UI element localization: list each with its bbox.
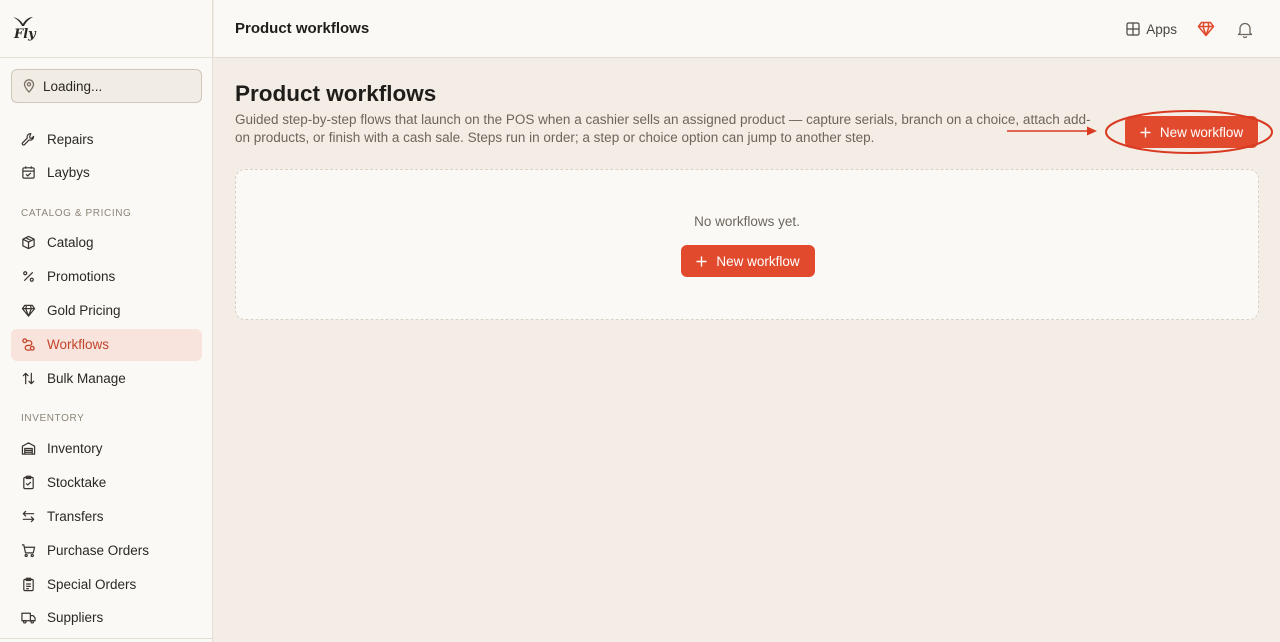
new-workflow-label: New workflow xyxy=(716,253,800,269)
sidebar-item-workflows[interactable]: Workflows xyxy=(11,328,202,361)
sidebar-item-laybys[interactable]: Laybys xyxy=(11,157,202,189)
sidebar-item-label: Workflows xyxy=(47,337,110,353)
sort-arrows-icon xyxy=(22,372,35,385)
box-icon xyxy=(22,236,35,250)
workflow-icon xyxy=(22,338,35,351)
calendar-icon xyxy=(22,166,35,180)
percent-icon xyxy=(23,271,34,283)
sidebar-item-repairs[interactable]: Repairs xyxy=(11,123,202,155)
warehouse-icon xyxy=(21,442,36,455)
sidebar-item-label: Catalog xyxy=(47,235,94,251)
apps-button[interactable]: Apps xyxy=(1126,22,1177,37)
sidebar-item-catalog[interactable]: Catalog xyxy=(11,227,202,259)
page-title: Product workflows xyxy=(235,81,437,106)
header-actions: Apps xyxy=(1126,0,1253,58)
sidebar-item-label: Stocktake xyxy=(47,474,107,490)
sidebar: Fly Loading... Repairs Laybys CATALOG & … xyxy=(0,0,213,642)
cart-icon xyxy=(21,543,36,557)
main-content: Product workflows Guided step-by-step fl… xyxy=(214,59,1280,642)
new-workflow-label: New workflow xyxy=(1159,124,1244,140)
sidebar-item-label: Repairs xyxy=(47,131,94,147)
sidebar-divider xyxy=(0,638,213,639)
location-selector[interactable]: Loading... xyxy=(11,69,202,103)
sidebar-item-label: Bulk Manage xyxy=(47,370,126,386)
gem-icon xyxy=(21,304,36,317)
sidebar-item-inventory[interactable]: Inventory xyxy=(11,432,202,464)
upgrade-button[interactable] xyxy=(1197,21,1215,37)
sidebar-item-label: Promotions xyxy=(47,269,116,285)
logo[interactable]: Fly xyxy=(12,16,36,41)
empty-state-card: No workflows yet. New workflow xyxy=(235,169,1259,320)
plus-icon xyxy=(696,256,707,266)
page-description: Guided step-by-step flows that launch on… xyxy=(235,112,1091,145)
sidebar-item-suppliers[interactable]: Suppliers xyxy=(11,602,202,634)
sidebar-item-special-orders[interactable]: Special Orders xyxy=(11,568,202,600)
sidebar-item-transfers[interactable]: Transfers xyxy=(11,500,202,532)
transfer-icon xyxy=(22,510,35,522)
sidebar-nav: Repairs Laybys CATALOG & PRICING Catalog… xyxy=(11,123,202,636)
top-header: Product workflows Apps xyxy=(214,0,1280,58)
notifications-button[interactable] xyxy=(1237,21,1253,38)
sidebar-item-label: Suppliers xyxy=(47,610,104,626)
sidebar-item-label: Special Orders xyxy=(47,576,137,592)
section-heading-catalog: CATALOG & PRICING xyxy=(21,207,132,219)
grid-icon xyxy=(1126,22,1140,36)
sidebar-item-stocktake[interactable]: Stocktake xyxy=(11,466,202,498)
section-heading-inventory: INVENTORY xyxy=(21,413,85,425)
sidebar-item-purchase-orders[interactable]: Purchase Orders xyxy=(11,534,202,566)
sidebar-item-promotions[interactable]: Promotions xyxy=(11,261,202,293)
clipboard-icon xyxy=(23,475,34,490)
sidebar-item-label: Inventory xyxy=(47,440,103,456)
location-label: Loading... xyxy=(43,78,103,94)
apps-label: Apps xyxy=(1146,21,1177,37)
sidebar-item-label: Purchase Orders xyxy=(47,542,150,558)
sidebar-item-label: Laybys xyxy=(47,165,90,181)
sidebar-item-gold-pricing[interactable]: Gold Pricing xyxy=(11,295,202,327)
gem-icon xyxy=(1197,21,1215,37)
sidebar-item-bulk-manage[interactable]: Bulk Manage xyxy=(11,362,202,394)
bell-icon xyxy=(1237,22,1253,38)
sidebar-item-label: Transfers xyxy=(47,508,104,524)
new-workflow-button[interactable]: New workflow xyxy=(1125,116,1258,148)
sidebar-item-label: Gold Pricing xyxy=(47,303,121,319)
truck-icon xyxy=(21,613,36,624)
logo-text: Fly xyxy=(14,27,36,42)
plus-icon xyxy=(1140,127,1151,137)
clipboard-list-icon xyxy=(23,577,34,591)
header-title: Product workflows xyxy=(235,20,370,37)
wrench-icon xyxy=(21,132,35,146)
logo-area: Fly xyxy=(0,0,212,58)
empty-state-text: No workflows yet. xyxy=(694,214,800,229)
empty-state-new-workflow-button[interactable]: New workflow xyxy=(681,245,815,277)
map-pin-icon xyxy=(23,79,35,93)
